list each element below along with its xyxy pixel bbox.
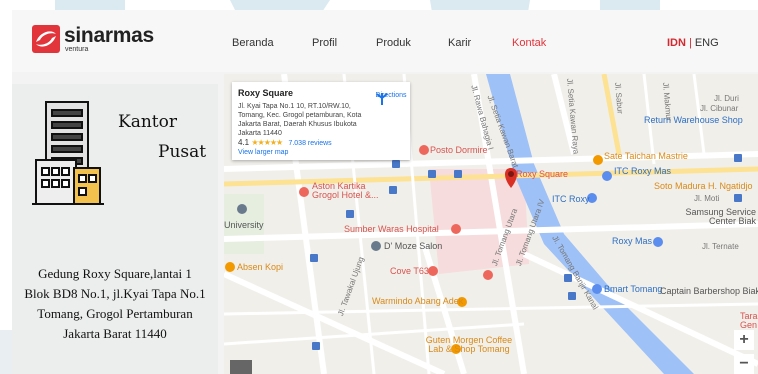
directions-button[interactable]: Directions bbox=[375, 92, 407, 105]
map-label-roxy-square[interactable]: Roxy Square bbox=[516, 169, 568, 179]
zoom-out-button[interactable]: − bbox=[734, 354, 754, 374]
map-label-tara-gen[interactable]: Tara Gen bbox=[740, 312, 758, 330]
map-label-itc-roxy-mas[interactable]: ITC Roxy Mas bbox=[614, 166, 671, 176]
nav-karir[interactable]: Karir bbox=[448, 37, 512, 49]
map-label-soto[interactable]: Soto Madura H. Ngatidjo bbox=[654, 181, 753, 191]
map-label-itc-roxy[interactable]: ITC Roxy bbox=[552, 194, 590, 204]
lang-eng[interactable]: ENG bbox=[695, 37, 719, 49]
office-address: Gedung Roxy Square,lantai 1 Blok BD8 No.… bbox=[12, 264, 218, 344]
map-label-posto-dormire[interactable]: Posto Dormire bbox=[430, 145, 488, 155]
office-title-line1: Kantor bbox=[118, 112, 177, 132]
main-nav: Beranda Profil Produk Karir Kontak bbox=[232, 37, 572, 49]
map-label-bmart[interactable]: Bmart Tomang bbox=[604, 284, 662, 294]
address-line: Gedung Roxy Square,lantai 1 bbox=[38, 266, 192, 281]
sinarmas-logo-icon bbox=[32, 25, 60, 53]
map-label-roxy-mas[interactable]: Roxy Mas bbox=[612, 236, 652, 246]
place-rating: 4.1 ★★★★★ 7.038 reviews bbox=[238, 138, 332, 147]
rating-value: 4.1 bbox=[238, 138, 250, 147]
view-larger-map-link[interactable]: View larger map bbox=[238, 149, 288, 156]
street-jl-cibunar: Jl. Cibunar bbox=[700, 104, 739, 113]
lang-idn[interactable]: IDN bbox=[667, 37, 686, 49]
map-label-cove[interactable]: Cove T63 bbox=[390, 266, 429, 276]
map-type-thumbnail[interactable] bbox=[230, 360, 252, 374]
zoom-in-button[interactable]: + bbox=[734, 330, 754, 350]
place-title: Roxy Square bbox=[238, 88, 294, 98]
address-line: Blok BD8 No.1, jl.Kyai Tapa No.1 bbox=[24, 286, 206, 301]
street-jl-ternate: Jl. Ternate bbox=[702, 242, 739, 251]
reviews-link[interactable]: 7.038 reviews bbox=[288, 140, 331, 147]
map-label-sumber-waras[interactable]: Sumber Waras Hospital bbox=[344, 224, 439, 234]
top-navbar: sinarmas ventura Beranda Profil Produk K… bbox=[12, 10, 758, 72]
office-panel: Kantor Pusat Gedung Roxy Square,lantai 1… bbox=[12, 84, 218, 374]
street-jl-moti: Jl. Moti bbox=[694, 194, 720, 203]
map-label-absen-kopi[interactable]: Absen Kopi bbox=[237, 262, 283, 272]
google-map[interactable]: Roxy Square Posto Dormire Sate Taichan M… bbox=[224, 74, 758, 374]
map-label-captain[interactable]: Captain Barbershop Biak bbox=[660, 286, 758, 296]
directions-icon bbox=[376, 93, 388, 105]
address-line: Jakarta Barat 11440 bbox=[63, 326, 167, 341]
nav-profil[interactable]: Profil bbox=[312, 37, 376, 49]
place-address: Jl. Kyai Tapa No.1 10, RT.10/RW.10, Toma… bbox=[238, 103, 362, 137]
place-info-card: Roxy Square Jl. Kyai Tapa No.1 10, RT.10… bbox=[232, 82, 410, 160]
language-switch: IDN | ENG bbox=[667, 37, 719, 49]
sinarmas-logo[interactable]: sinarmas ventura bbox=[32, 25, 154, 53]
map-label-d-moze[interactable]: D' Moze Salon bbox=[384, 241, 442, 251]
map-label-warmindo[interactable]: Warmindo Abang Adek bbox=[372, 296, 463, 306]
lang-separator: | bbox=[688, 37, 692, 49]
map-label-guten-morgen[interactable]: Guten Morgen Coffee Lab & Shop Tomang bbox=[424, 336, 514, 354]
office-title-line2: Pusat bbox=[158, 142, 207, 162]
office-building-icon bbox=[32, 101, 104, 205]
brand-sub: ventura bbox=[65, 46, 89, 53]
address-line: Tomang, Grogol Pertamburan bbox=[37, 306, 193, 321]
map-label-aston[interactable]: Aston Kartika Grogol Hotel &... bbox=[312, 182, 392, 200]
map-label-university[interactable]: University bbox=[224, 220, 264, 230]
nav-produk[interactable]: Produk bbox=[376, 37, 448, 49]
map-label-samsung[interactable]: Samsung Service Center Biak bbox=[684, 208, 756, 226]
rating-stars: ★★★★★ bbox=[251, 138, 283, 147]
map-label-sate-taichan[interactable]: Sate Taichan Mastrie bbox=[604, 151, 688, 161]
street-jl-duri: Jl. Duri bbox=[714, 94, 739, 103]
nav-beranda[interactable]: Beranda bbox=[232, 37, 312, 49]
nav-kontak[interactable]: Kontak bbox=[512, 37, 572, 49]
brand-name: sinarmas bbox=[64, 24, 154, 47]
map-label-return[interactable]: Return Warehouse Shop bbox=[644, 115, 743, 125]
